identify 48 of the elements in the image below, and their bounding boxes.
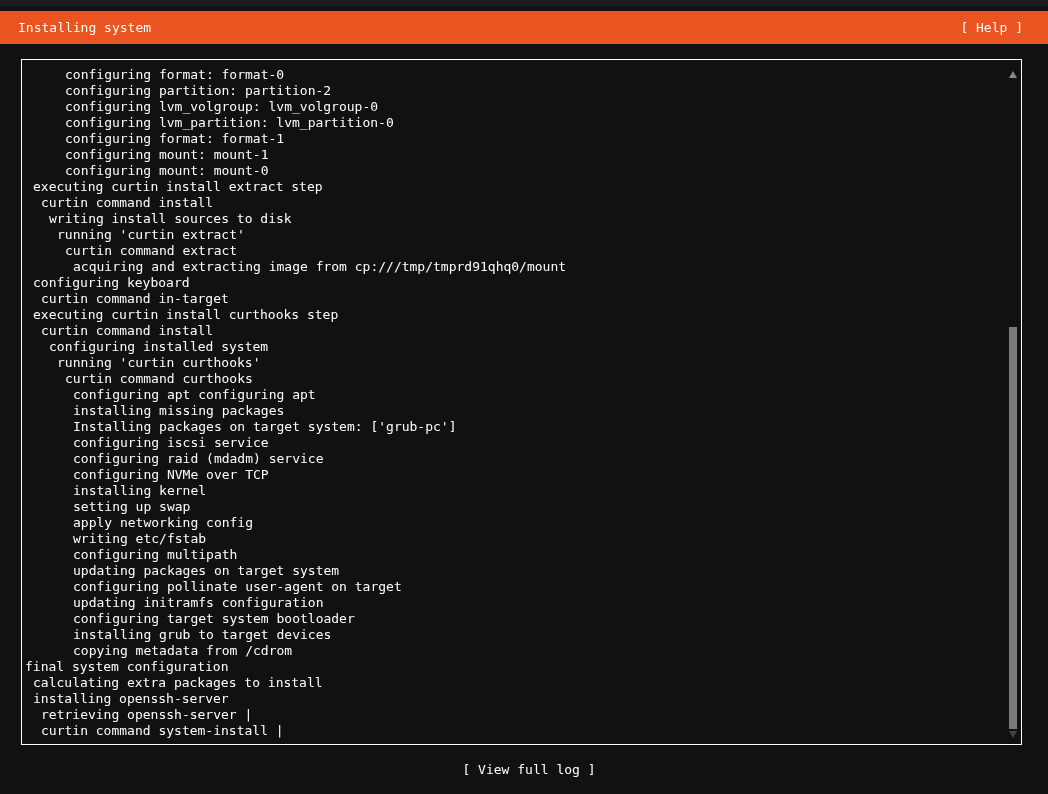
log-line: running 'curtin curthooks' <box>56 355 262 371</box>
log-line: installing openssh-server <box>32 691 230 707</box>
log-line: configuring format: format-0 <box>64 67 286 83</box>
log-line: updating packages on target system <box>72 563 341 579</box>
log-line: apply networking config <box>72 515 254 531</box>
log-line: calculating extra packages to install <box>32 675 324 691</box>
log-line: curtin command extract <box>64 243 239 259</box>
view-full-log-button[interactable]: [ View full log ] <box>462 762 596 777</box>
log-line: configuring keyboard <box>32 275 191 291</box>
log-line: acquiring and extracting image from cp:///tmp/tmprd91qhq0/mount <box>72 259 568 275</box>
log-line: configuring installed system <box>48 339 270 355</box>
log-line: Installing packages on target system: ['grub-pc'] <box>72 419 458 435</box>
log-line: configuring iscsi service <box>72 435 270 451</box>
log-line: configuring partition: partition-2 <box>64 83 333 99</box>
log-line: retrieving openssh-server | <box>40 707 254 723</box>
log-line: executing curtin install extract step <box>32 179 324 195</box>
log-line: configuring format: format-1 <box>64 131 286 147</box>
log-line: configuring NVMe over TCP <box>72 467 270 483</box>
scroll-down-icon[interactable] <box>1009 731 1017 738</box>
log-line: curtin command install <box>40 195 215 211</box>
log-line: updating initramfs configuration <box>72 595 325 611</box>
log-line: setting up swap <box>72 499 192 515</box>
log-line: configuring mount: mount-0 <box>64 163 270 179</box>
log-line: installing kernel <box>72 483 208 499</box>
help-button[interactable]: [ Help ] <box>960 20 1023 35</box>
log-line: installing grub to target devices <box>72 627 333 643</box>
log-line: curtin command curthooks <box>64 371 254 387</box>
log-line: curtin command system-install | <box>40 723 285 739</box>
log-line: configuring lvm_partition: lvm_partition-0 <box>64 115 395 131</box>
log-line: final system configuration <box>25 659 230 675</box>
log-line: configuring multipath <box>72 547 239 563</box>
log-line: configuring pollinate user-agent on target <box>72 579 403 595</box>
log-line: configuring lvm_volgroup: lvm_volgroup-0 <box>64 99 380 115</box>
log-line: configuring target system bootloader <box>72 611 356 627</box>
log-line: configuring raid (mdadm) service <box>72 451 325 467</box>
log-line: curtin command install <box>40 323 215 339</box>
log-line: writing install sources to disk <box>48 211 293 227</box>
scroll-up-icon[interactable] <box>1009 71 1017 78</box>
log-line: running 'curtin extract' <box>56 227 246 243</box>
scrollbar-thumb[interactable] <box>1009 327 1017 729</box>
log-line: executing curtin install curthooks step <box>32 307 340 323</box>
screen-title: Installing system <box>18 20 152 35</box>
log-line: configuring mount: mount-1 <box>64 147 270 163</box>
log-line: copying metadata from /cdrom <box>72 643 294 659</box>
log-line: configuring apt configuring apt <box>72 387 317 403</box>
log-line: writing etc/fstab <box>72 531 208 547</box>
log-line: curtin command in-target <box>40 291 230 307</box>
log-line: installing missing packages <box>72 403 286 419</box>
